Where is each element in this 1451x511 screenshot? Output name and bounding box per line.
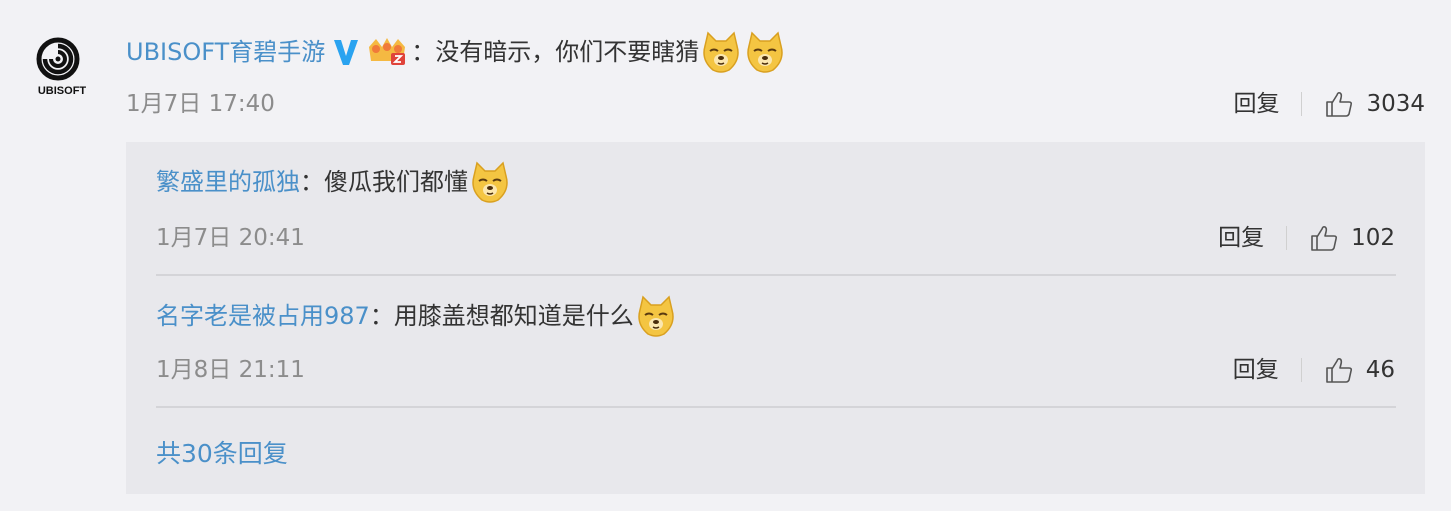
reply-text: 傻瓜我们都懂: [324, 168, 468, 196]
reply-timestamp: 1月8日 21:11: [156, 357, 305, 383]
action-divider: [1300, 358, 1302, 382]
reply-divider: [156, 406, 1396, 408]
more-replies-link[interactable]: 共30条回复: [156, 438, 288, 470]
doge-emoji-icon: [703, 31, 740, 73]
comment-author-link[interactable]: UBISOFT育碧手游: [126, 36, 325, 68]
thumbs-up-icon[interactable]: [1324, 89, 1354, 119]
doge-emoji-icon: [747, 31, 784, 73]
comment-text: 没有暗示，你们不要瞎猜: [435, 38, 700, 66]
main-comment: UBISOFT育碧手游 ： 没有暗示，你们不要瞎猜: [126, 30, 787, 74]
like-count: 3034: [1366, 91, 1425, 117]
comment-timestamp: 1月7日 17:40: [126, 91, 275, 117]
reply-item: 名字老是被占用987 ： 用膝盖想都知道是什么: [156, 294, 678, 338]
reply-author-link[interactable]: 繁盛里的孤独: [156, 166, 300, 198]
reply-text: 用膝盖想都知道是什么: [393, 302, 634, 330]
reply-button[interactable]: 回复: [1233, 355, 1279, 385]
reply-divider: [156, 274, 1396, 276]
comment-separator: ：: [411, 38, 436, 66]
verified-v-icon[interactable]: [333, 38, 359, 66]
reply-actions: 回复 102: [1218, 223, 1395, 253]
reply-actions: 回复 46: [1233, 355, 1395, 385]
action-divider: [1286, 226, 1288, 250]
reply-separator: ：: [300, 168, 324, 196]
reply-button[interactable]: 回复: [1218, 223, 1264, 253]
member-crown-icon[interactable]: [365, 35, 409, 69]
like-count: 46: [1365, 357, 1395, 383]
reply-timestamp: 1月7日 20:41: [156, 225, 305, 251]
reply-item: 繁盛里的孤独 ： 傻瓜我们都懂: [156, 160, 512, 204]
reply-button[interactable]: 回复: [1233, 89, 1279, 119]
comment-actions: 回复 3034: [1233, 89, 1425, 119]
avatar-brand-text: UBISOFT: [37, 85, 87, 97]
action-divider: [1301, 92, 1303, 116]
reply-separator: ：: [369, 302, 394, 330]
thumbs-up-icon[interactable]: [1309, 223, 1339, 253]
avatar[interactable]: UBISOFT: [22, 33, 102, 105]
reply-author-link[interactable]: 名字老是被占用987: [156, 300, 370, 332]
doge-emoji-icon: [472, 161, 508, 203]
doge-emoji-icon: [638, 295, 674, 337]
thumbs-up-icon[interactable]: [1324, 355, 1354, 385]
like-count: 102: [1351, 225, 1395, 251]
ubisoft-logo-icon: [36, 37, 80, 81]
